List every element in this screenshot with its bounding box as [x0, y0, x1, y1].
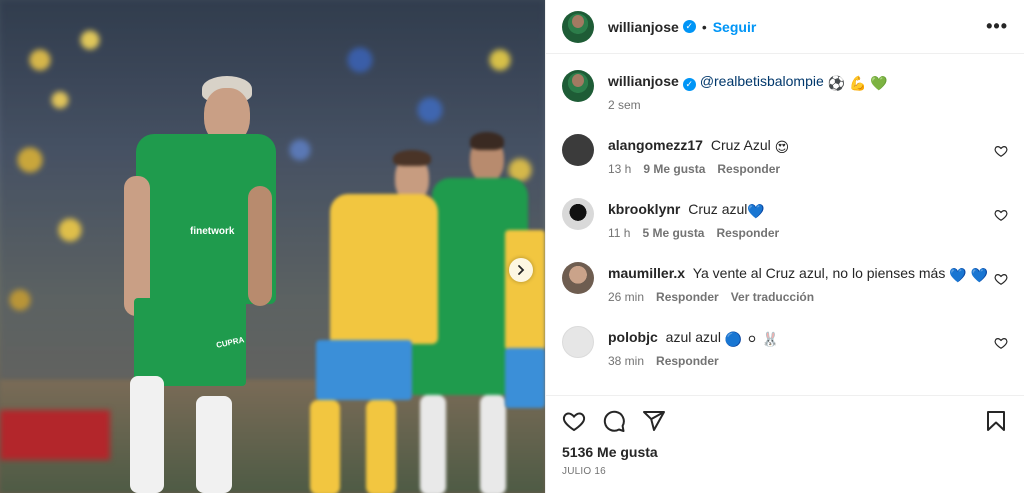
- comment-likes[interactable]: 9 Me gusta: [643, 162, 705, 176]
- caption-time[interactable]: 2 sem: [608, 98, 641, 112]
- verified-icon: ✓: [682, 78, 696, 91]
- caption: willianjose ✓ @realbetisbalompie ⚽ 💪 💚 2 s…: [562, 70, 1008, 112]
- follow-button[interactable]: Seguir: [713, 19, 757, 35]
- comment-emoji: 💙: [747, 203, 765, 219]
- bookmark-icon[interactable]: [984, 409, 1008, 433]
- comment-likes[interactable]: 5 Me gusta: [642, 226, 704, 240]
- caption-emojis: ⚽ 💪 💚: [827, 75, 888, 91]
- comment-username[interactable]: kbrooklynr: [608, 201, 680, 217]
- comment-time[interactable]: 13 h: [608, 162, 631, 176]
- comment-text: azul azul: [665, 329, 721, 345]
- chevron-right-icon: [518, 265, 525, 275]
- comment-username[interactable]: maumiller.x: [608, 265, 685, 281]
- like-comment-heart-icon[interactable]: [994, 336, 1008, 350]
- heart-icon[interactable]: [562, 409, 586, 433]
- red-banner: [0, 410, 110, 460]
- comment-avatar[interactable]: [562, 326, 594, 358]
- likes-count[interactable]: 5136 Me gusta: [562, 444, 1008, 460]
- comment-item: polobjc azul azul 🔵 ⚪ 🐰 38 min Responder: [562, 326, 1008, 368]
- reply-button[interactable]: Responder: [716, 226, 779, 240]
- reply-button[interactable]: Responder: [656, 354, 719, 368]
- comment-avatar[interactable]: [562, 198, 594, 230]
- comment-time[interactable]: 26 min: [608, 290, 644, 304]
- comments-list: willianjose ✓ @realbetisbalompie ⚽ 💪 💚 2 s…: [546, 54, 1024, 395]
- comment-avatar[interactable]: [562, 262, 594, 294]
- author-avatar[interactable]: [562, 10, 594, 43]
- player-opponent: [310, 150, 440, 493]
- share-icon[interactable]: [642, 409, 666, 433]
- comment-item: maumiller.x Ya vente al Cruz azul, no lo…: [562, 262, 1008, 304]
- like-comment-heart-icon[interactable]: [994, 208, 1008, 222]
- comment-text: Cruz Azul: [710, 137, 771, 153]
- comment-emoji: 💙 💙: [949, 267, 988, 283]
- comment-avatar[interactable]: [562, 134, 594, 166]
- comment-item: kbrooklynr Cruz azul💙 11 h 5 Me gusta Resp…: [562, 198, 1008, 240]
- post-date[interactable]: JULIO 16: [562, 466, 1008, 477]
- verified-icon: ✓: [682, 20, 696, 33]
- comment-text: Ya vente al Cruz azul, no lo pienses más: [692, 265, 946, 281]
- reply-button[interactable]: Responder: [656, 290, 719, 304]
- post-header: willianjose ✓ • Seguir •••: [546, 0, 1024, 54]
- more-icon[interactable]: •••: [986, 16, 1008, 37]
- shirt-sponsor: finetwork: [190, 226, 235, 237]
- player-main: finetwork CUPRA: [118, 76, 288, 493]
- comment-text: Cruz azul: [688, 201, 748, 217]
- comment-emoji: 😍: [774, 139, 790, 155]
- post-side-panel: willianjose ✓ • Seguir ••• willianjose ✓ @…: [545, 0, 1024, 493]
- next-image-button[interactable]: [509, 258, 533, 282]
- comment-emoji: 🔵 ⚪ 🐰: [724, 331, 780, 347]
- comment-username[interactable]: polobjc: [608, 329, 658, 345]
- comment-icon[interactable]: [602, 409, 626, 433]
- caption-username[interactable]: willianjose: [608, 73, 679, 89]
- comment-time[interactable]: 11 h: [608, 226, 630, 240]
- like-comment-heart-icon[interactable]: [994, 144, 1008, 158]
- author-username[interactable]: willianjose: [608, 19, 679, 35]
- comment-time[interactable]: 38 min: [608, 354, 644, 368]
- caption-avatar[interactable]: [562, 70, 594, 102]
- comment-item: alangomezz17 Cruz Azul 😍 13 h 9 Me gusta R…: [562, 134, 1008, 176]
- like-comment-heart-icon[interactable]: [994, 272, 1008, 286]
- post-actions: 5136 Me gusta JULIO 16: [546, 395, 1024, 477]
- translate-button[interactable]: Ver traducción: [731, 290, 814, 304]
- separator-dot: •: [701, 18, 707, 35]
- post-image[interactable]: finetwork CUPRA: [0, 0, 545, 493]
- comment-username[interactable]: alangomezz17: [608, 137, 703, 153]
- caption-mention[interactable]: @realbetisbalompie: [700, 73, 824, 89]
- reply-button[interactable]: Responder: [717, 162, 780, 176]
